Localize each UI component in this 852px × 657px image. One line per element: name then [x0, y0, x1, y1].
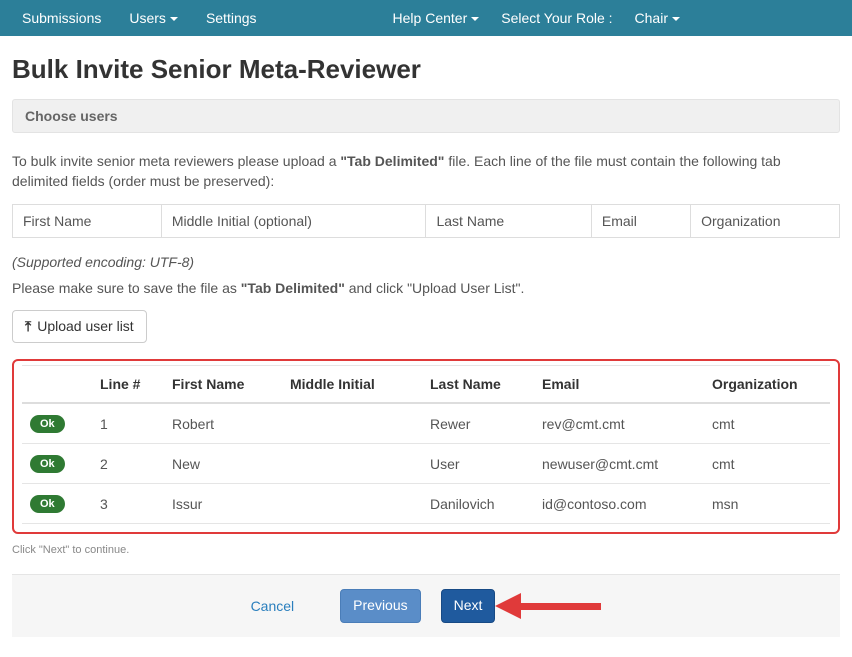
cell-last: User — [422, 444, 534, 484]
upload-user-list-button[interactable]: ⤒ Upload user list — [12, 310, 147, 344]
field-middle-initial: Middle Initial (optional) — [161, 204, 426, 237]
th-email: Email — [534, 366, 704, 404]
nav-help-center[interactable]: Help Center — [379, 0, 494, 36]
th-middle: Middle Initial — [282, 366, 422, 404]
results-table: Line # First Name Middle Initial Last Na… — [22, 365, 830, 524]
save-note-pre: Please make sure to save the file as — [12, 280, 241, 296]
th-last: Last Name — [422, 366, 534, 404]
cell-line: 2 — [92, 444, 164, 484]
instruction-pre: To bulk invite senior meta reviewers ple… — [12, 153, 340, 169]
nav-settings[interactable]: Settings — [192, 0, 271, 36]
field-organization: Organization — [691, 204, 840, 237]
upload-button-label: Upload user list — [37, 317, 134, 337]
status-badge: Ok — [30, 415, 65, 433]
table-row: Ok 2 New User newuser@cmt.cmt cmt — [22, 444, 830, 484]
choose-users-heading: Choose users — [12, 99, 840, 133]
upload-icon: ⤒ — [25, 317, 31, 337]
cancel-button[interactable]: Cancel — [251, 598, 295, 614]
cell-org: cmt — [704, 444, 830, 484]
cell-first: Robert — [164, 403, 282, 444]
th-first: First Name — [164, 366, 282, 404]
cell-last: Rewer — [422, 403, 534, 444]
cell-email: rev@cmt.cmt — [534, 403, 704, 444]
cell-org: cmt — [704, 403, 830, 444]
table-header-row: Line # First Name Middle Initial Last Na… — [22, 366, 830, 404]
field-first-name: First Name — [13, 204, 162, 237]
nav-users[interactable]: Users — [115, 0, 192, 36]
th-status — [22, 366, 92, 404]
field-email: Email — [591, 204, 690, 237]
cell-middle — [282, 403, 422, 444]
cell-middle — [282, 484, 422, 524]
nav-right: Help Center Select Your Role : Chair — [379, 0, 844, 36]
cell-first: Issur — [164, 484, 282, 524]
results-highlight: Line # First Name Middle Initial Last Na… — [12, 359, 840, 534]
field-last-name: Last Name — [426, 204, 591, 237]
caret-icon — [170, 17, 178, 21]
save-note: Please make sure to save the file as "Ta… — [12, 280, 840, 296]
th-org: Organization — [704, 366, 830, 404]
select-role-label: Select Your Role : — [493, 10, 620, 26]
cell-email: newuser@cmt.cmt — [534, 444, 704, 484]
arrow-head-icon — [495, 593, 521, 619]
nav-users-label: Users — [129, 10, 166, 26]
save-note-post: and click "Upload User List". — [345, 280, 525, 296]
table-row: Ok 3 Issur Danilovich id@contoso.com msn — [22, 484, 830, 524]
role-label: Chair — [635, 10, 668, 26]
table-row: First Name Middle Initial (optional) Las… — [13, 204, 840, 237]
nav-help-label: Help Center — [393, 10, 468, 26]
caret-icon — [672, 17, 680, 21]
nav-submissions[interactable]: Submissions — [8, 0, 115, 36]
instruction-bold: "Tab Delimited" — [340, 153, 444, 169]
annotation-arrow — [501, 596, 601, 616]
encoding-note: (Supported encoding: UTF-8) — [12, 254, 840, 270]
cell-first: New — [164, 444, 282, 484]
previous-button[interactable]: Previous — [340, 589, 420, 623]
cell-email: id@contoso.com — [534, 484, 704, 524]
save-note-bold: "Tab Delimited" — [241, 280, 345, 296]
cell-line: 1 — [92, 403, 164, 444]
cell-middle — [282, 444, 422, 484]
fields-table: First Name Middle Initial (optional) Las… — [12, 204, 840, 238]
wizard-footer: Cancel Previous Next — [12, 574, 840, 637]
th-line: Line # — [92, 366, 164, 404]
page-title: Bulk Invite Senior Meta-Reviewer — [12, 54, 840, 85]
status-badge: Ok — [30, 495, 65, 513]
role-dropdown[interactable]: Chair — [621, 0, 694, 36]
table-row: Ok 1 Robert Rewer rev@cmt.cmt cmt — [22, 403, 830, 444]
cell-org: msn — [704, 484, 830, 524]
cell-last: Danilovich — [422, 484, 534, 524]
cell-line: 3 — [92, 484, 164, 524]
status-badge: Ok — [30, 455, 65, 473]
arrow-line-icon — [521, 603, 601, 610]
continue-hint: Click "Next" to continue. — [12, 544, 840, 556]
top-navbar: Submissions Users Settings Help Center S… — [0, 0, 852, 36]
instruction-text: To bulk invite senior meta reviewers ple… — [12, 151, 840, 192]
next-button[interactable]: Next — [441, 589, 496, 623]
caret-icon — [471, 17, 479, 21]
